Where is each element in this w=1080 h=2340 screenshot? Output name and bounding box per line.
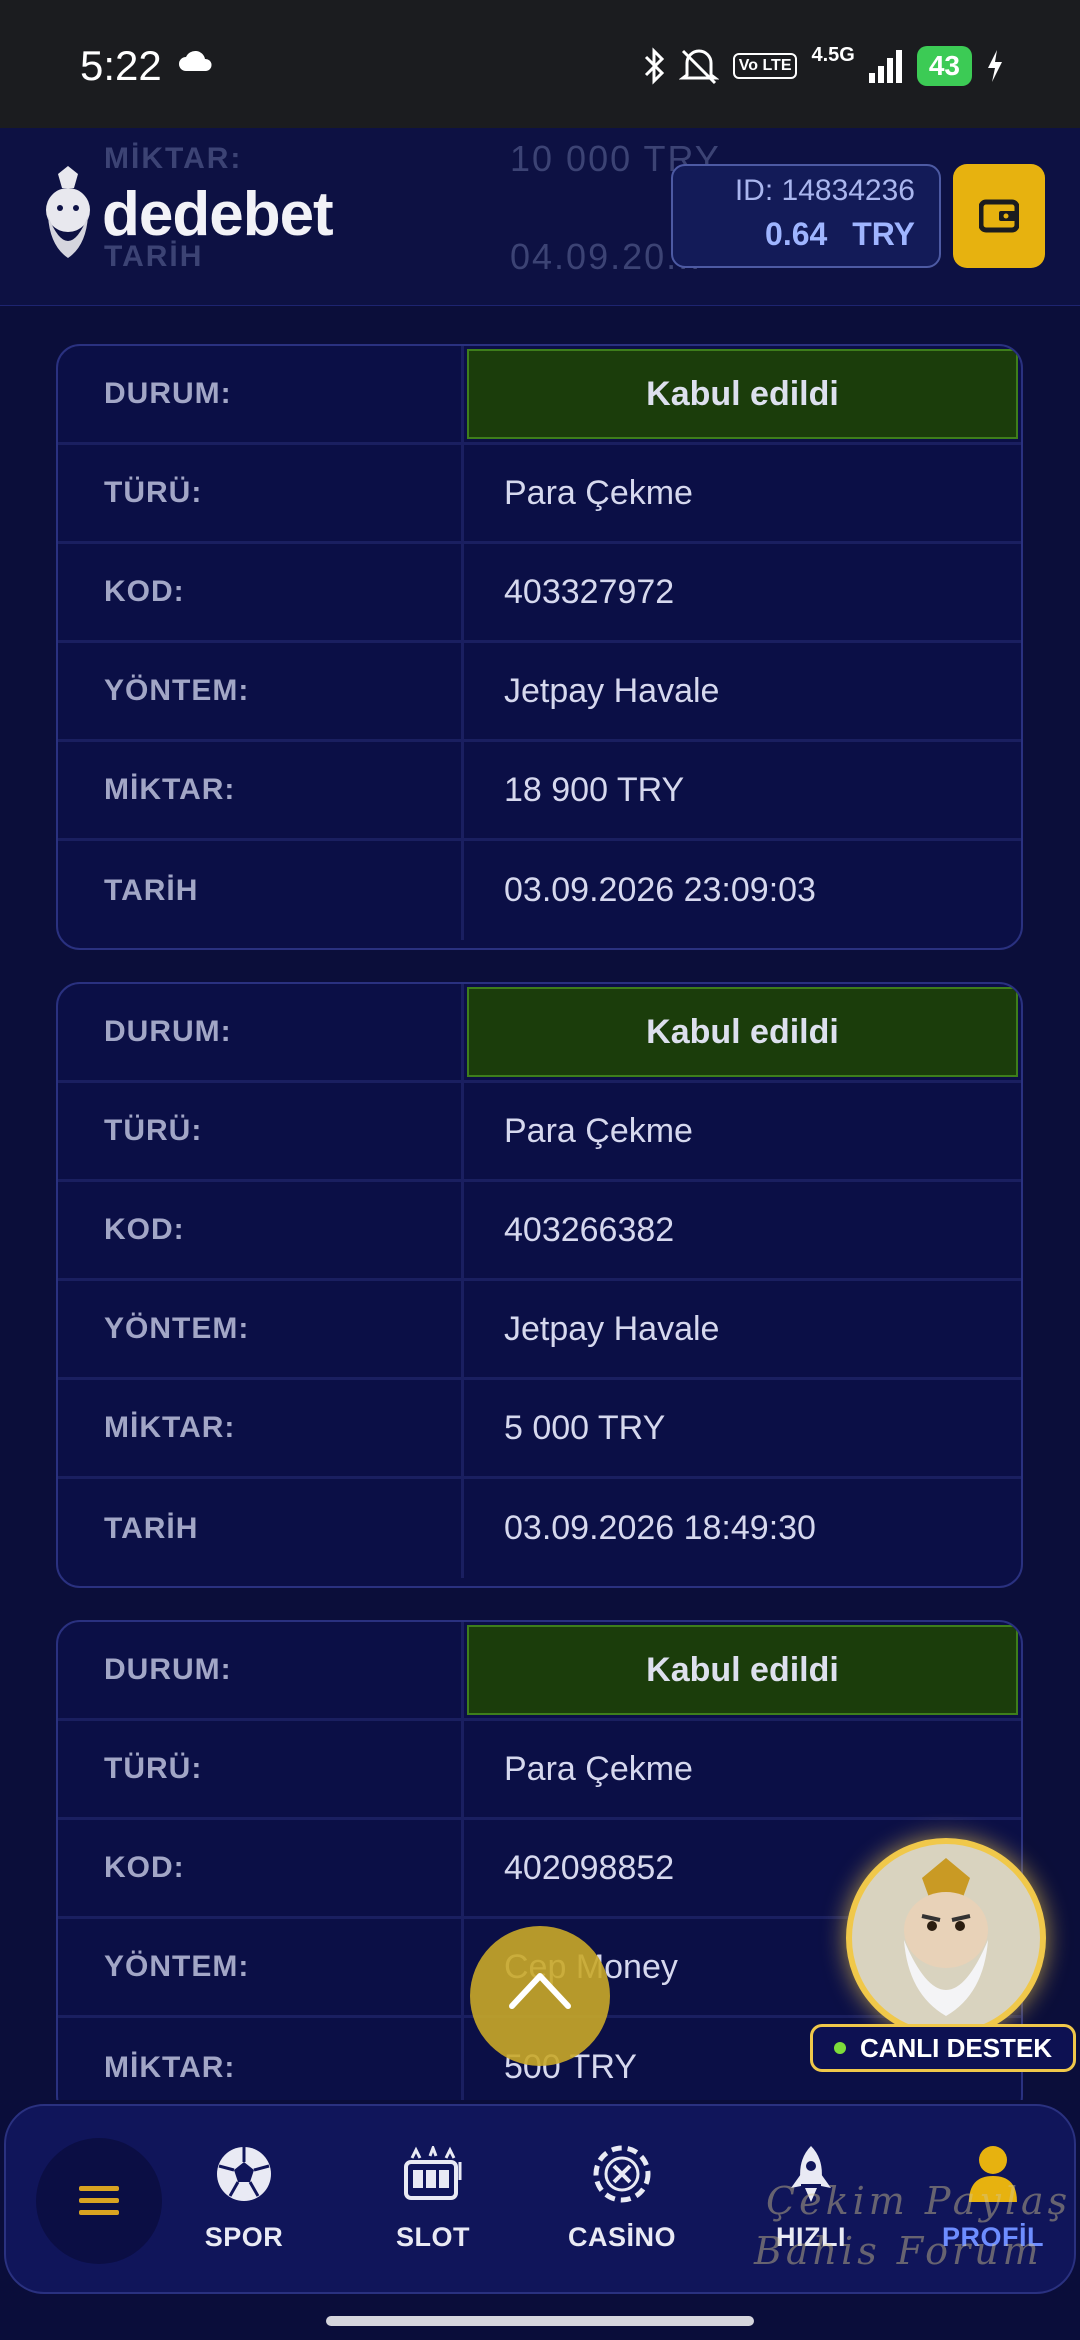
code-value: 403266382 (504, 1210, 675, 1249)
type-label: TÜRÜ: (58, 1721, 464, 1817)
battery-icon: 43 (916, 46, 972, 86)
type-row: TÜRÜ: Para Çekme (58, 445, 1021, 544)
status-badge: Kabul edildi (467, 1625, 1018, 1715)
method-label: YÖNTEM: (58, 1281, 464, 1377)
amount-row: MİKTAR: 5 000 TRY (58, 1380, 1021, 1479)
amount-value: 18 900 TRY (504, 770, 685, 809)
site-header: MİKTAR: 10 000 TRY TARİH 04.09.20... ded… (0, 128, 1080, 306)
hamburger-icon (79, 2186, 119, 2215)
user-id: ID: 14834236 (734, 174, 915, 207)
status-label: DURUM: (58, 1622, 464, 1718)
wallet-icon (979, 199, 1019, 233)
bottom-navigation: SPOR SLOT CASİNO HIZLI PROFİL Çekim Payl… (0, 2100, 1080, 2340)
king-logo-icon (46, 166, 90, 258)
code-value: 403327972 (504, 572, 675, 611)
mute-icon (678, 49, 719, 85)
signal-icon (868, 50, 902, 83)
king-mascot-icon (904, 1858, 988, 2016)
nav-label: CASİNO (567, 2222, 676, 2252)
brand-logo[interactable]: dedebet (36, 166, 334, 262)
type-value: Para Çekme (504, 1111, 693, 1150)
casino-chip-icon (593, 2145, 651, 2203)
amount-row: MİKTAR: 18 900 TRY (58, 742, 1021, 841)
date-value: 03.09.2026 18:49:30 (504, 1509, 816, 1547)
type-label: TÜRÜ: (58, 445, 464, 541)
date-row: TARİH 03.09.2026 18:49:30 (58, 1479, 1021, 1578)
nav-label: SLOT (396, 2222, 470, 2252)
slot-machine-icon (404, 2146, 462, 2200)
volte-icon: Vo LTE (732, 53, 798, 79)
nav-bar: SPOR SLOT CASİNO HIZLI PROFİL Çekim Payl… (4, 2104, 1076, 2294)
bluetooth-icon (644, 47, 664, 85)
live-support-label: CANLI DESTEK (859, 2032, 1053, 2063)
brand-name: dedebet (102, 179, 334, 249)
nav-item-spor[interactable]: SPOR (169, 2142, 319, 2253)
type-value: Para Çekme (504, 1749, 693, 1788)
status-time: 5:22 (80, 42, 162, 89)
amount-value: 5 000 TRY (504, 1408, 666, 1447)
transaction-card: DURUM: Kabul edildi TÜRÜ: Para Çekme KOD… (56, 344, 1023, 950)
cloud-icon (179, 50, 212, 71)
code-row: KOD: 403266382 (58, 1182, 1021, 1281)
status-icons: Vo LTE 4.5G 43 (643, 44, 1004, 88)
home-indicator[interactable] (326, 2316, 754, 2326)
method-label: YÖNTEM: (58, 1919, 464, 2015)
type-value: Para Çekme (504, 473, 693, 512)
status-label: DURUM: (58, 346, 464, 442)
status-badge: Kabul edildi (467, 349, 1018, 439)
status-row: DURUM: Kabul edildi (58, 1622, 1021, 1721)
watermark: Çekim Paylaş Bahis Forum (754, 2176, 1072, 2276)
chevron-up-icon (509, 1973, 571, 2009)
balance-amount: 0.64 (765, 216, 828, 252)
nav-item-slot[interactable]: SLOT (358, 2142, 508, 2253)
method-row: YÖNTEM: Jetpay Havale (58, 643, 1021, 742)
soccer-ball-icon (217, 2147, 271, 2201)
wallet-button[interactable] (953, 164, 1045, 268)
online-dot-icon (833, 2042, 846, 2054)
date-label: TARİH (58, 1479, 464, 1578)
support-avatar (846, 1838, 1046, 2038)
nav-item-casino[interactable]: CASİNO (547, 2142, 697, 2253)
type-label: TÜRÜ: (58, 1083, 464, 1179)
live-support-badge[interactable]: CANLI DESTEK (810, 2024, 1076, 2072)
type-row: TÜRÜ: Para Çekme (58, 1083, 1021, 1182)
nav-label: SPOR (204, 2222, 284, 2252)
watermark-line-2: Bahis Forum (754, 2229, 1043, 2273)
status-label: DURUM: (58, 984, 464, 1080)
date-label: TARİH (58, 841, 464, 940)
method-row: YÖNTEM: Jetpay Havale (58, 1281, 1021, 1380)
code-label: KOD: (58, 544, 464, 640)
watermark-line-1: Çekim Paylaş (766, 2179, 1072, 2223)
code-label: KOD: (58, 1820, 464, 1916)
status-badge: Kabul edildi (467, 987, 1018, 1077)
type-row: TÜRÜ: Para Çekme (58, 1721, 1021, 1820)
balance-currency: TRY (852, 216, 915, 252)
scroll-to-top-button[interactable] (470, 1926, 610, 2066)
account-balance-box[interactable]: ID: 14834236 0.64 TRY (671, 164, 941, 268)
menu-button[interactable] (36, 2138, 162, 2264)
network-type: 4.5G (811, 44, 855, 66)
charging-icon (988, 50, 1002, 82)
date-row: TARİH 03.09.2026 23:09:03 (58, 841, 1021, 940)
status-row: DURUM: Kabul edildi (58, 984, 1021, 1083)
status-bar: 5:22 Vo LTE 4.5G 43 (0, 0, 1080, 128)
amount-label: MİKTAR: (58, 1380, 464, 1476)
method-value: Jetpay Havale (504, 671, 720, 710)
transaction-card: DURUM: Kabul edildi TÜRÜ: Para Çekme KOD… (56, 982, 1023, 1588)
code-row: KOD: 403327972 (58, 544, 1021, 643)
amount-label: MİKTAR: (58, 742, 464, 838)
balance-line: 0.64 TRY (673, 216, 915, 253)
live-support-widget[interactable]: CANLI DESTEK (810, 1838, 1080, 2078)
method-label: YÖNTEM: (58, 643, 464, 739)
code-label: KOD: (58, 1182, 464, 1278)
status-row: DURUM: Kabul edildi (58, 346, 1021, 445)
date-value: 03.09.2026 23:09:03 (504, 871, 816, 909)
method-value: Jetpay Havale (504, 1309, 720, 1348)
